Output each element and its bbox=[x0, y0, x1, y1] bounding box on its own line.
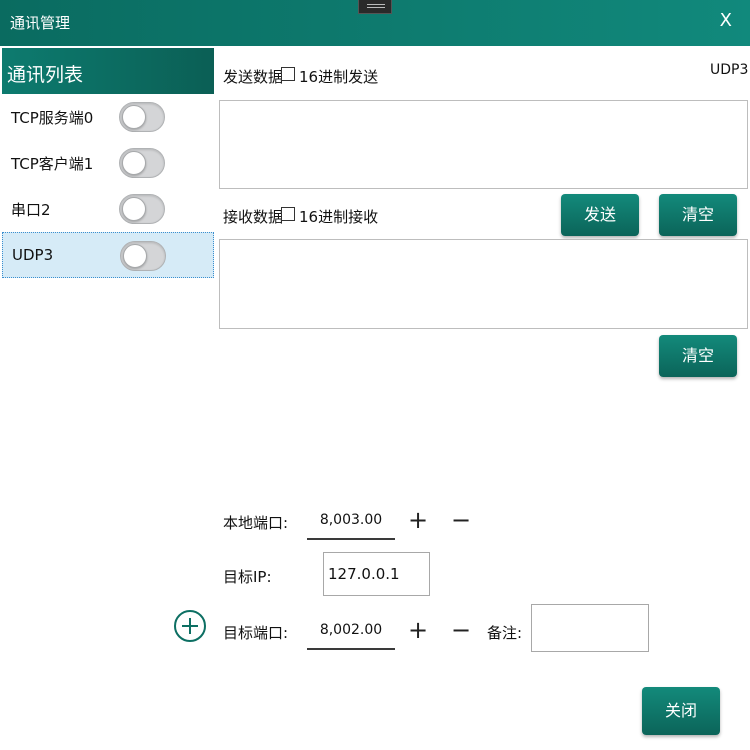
toggle-knob bbox=[122, 105, 146, 129]
local-port-value[interactable]: 8,003.00 bbox=[307, 512, 395, 540]
close-icon[interactable]: X bbox=[720, 10, 732, 31]
hex-receive-checkbox[interactable] bbox=[281, 207, 295, 221]
local-port-label: 本地端口: bbox=[223, 514, 289, 532]
target-port-minus-icon[interactable]: − bbox=[451, 618, 471, 642]
send-data-label: 发送数据 bbox=[223, 68, 284, 86]
sidebar-item-tcp-server[interactable]: TCP服务端0 bbox=[2, 94, 214, 140]
window-title: 通讯管理 bbox=[10, 14, 71, 32]
sidebar-item-serial[interactable]: 串口2 bbox=[2, 186, 214, 232]
sidebar-item-label: UDP3 bbox=[12, 246, 54, 264]
note-label: 备注: bbox=[487, 624, 523, 642]
send-button-label: 发送 bbox=[583, 205, 616, 224]
sidebar-item-label: TCP服务端0 bbox=[11, 109, 94, 127]
sidebar: 通讯列表 TCP服务端0 TCP客户端1 串口2 UDP3 bbox=[0, 46, 215, 750]
toggle-switch[interactable] bbox=[119, 148, 165, 178]
sidebar-item-label: TCP客户端1 bbox=[11, 155, 94, 173]
clear-send-button[interactable]: 清空 bbox=[659, 194, 737, 236]
toggle-knob bbox=[122, 151, 146, 175]
toggle-switch[interactable] bbox=[119, 194, 165, 224]
sidebar-item-tcp-client[interactable]: TCP客户端1 bbox=[2, 140, 214, 186]
target-ip-input[interactable]: 127.0.0.1 bbox=[323, 552, 430, 596]
hex-receive-label: 16进制接收 bbox=[299, 208, 379, 226]
clear-send-button-label: 清空 bbox=[681, 205, 714, 224]
clear-receive-button[interactable]: 清空 bbox=[659, 335, 737, 377]
sidebar-header: 通讯列表 bbox=[2, 48, 214, 94]
target-port-value[interactable]: 8,002.00 bbox=[307, 622, 395, 650]
receive-data-textarea[interactable] bbox=[219, 239, 748, 329]
send-button[interactable]: 发送 bbox=[561, 194, 639, 236]
local-port-minus-icon[interactable]: − bbox=[451, 508, 471, 532]
close-button-label: 关闭 bbox=[664, 701, 697, 720]
add-circle-icon[interactable] bbox=[174, 610, 206, 642]
local-port-plus-icon[interactable]: + bbox=[408, 508, 428, 532]
target-ip-label: 目标IP: bbox=[223, 568, 272, 586]
send-data-textarea[interactable] bbox=[219, 100, 748, 189]
toggle-knob bbox=[123, 244, 147, 268]
drag-handle-icon[interactable] bbox=[358, 0, 392, 14]
receive-data-label: 接收数据 bbox=[223, 208, 284, 226]
toggle-switch[interactable] bbox=[120, 241, 166, 271]
title-bar: 通讯管理 X bbox=[0, 0, 750, 46]
hex-send-label: 16进制发送 bbox=[299, 68, 379, 86]
toggle-switch[interactable] bbox=[119, 102, 165, 132]
clear-receive-button-label: 清空 bbox=[681, 346, 714, 365]
sidebar-item-udp[interactable]: UDP3 bbox=[2, 232, 214, 278]
target-port-plus-icon[interactable]: + bbox=[408, 618, 428, 642]
note-input[interactable] bbox=[531, 604, 649, 652]
hex-send-checkbox[interactable] bbox=[281, 67, 295, 81]
target-port-label: 目标端口: bbox=[223, 624, 289, 642]
close-button[interactable]: 关闭 bbox=[642, 687, 720, 735]
channel-name: UDP3 bbox=[710, 62, 749, 78]
toggle-knob bbox=[122, 197, 146, 221]
sidebar-item-label: 串口2 bbox=[11, 201, 51, 219]
